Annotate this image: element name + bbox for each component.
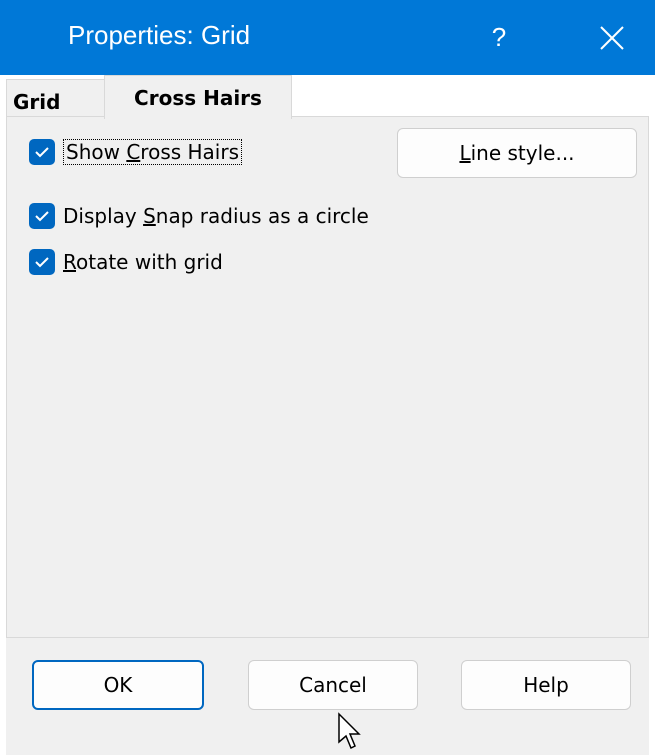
checkmark-icon bbox=[35, 257, 49, 268]
tab-strip: Grid Cross Hairs bbox=[0, 75, 655, 119]
ok-button[interactable]: OK bbox=[32, 660, 204, 710]
checkmark-icon bbox=[35, 211, 49, 222]
checkmark-icon bbox=[35, 147, 49, 158]
title-bar: Properties: Grid ? bbox=[0, 0, 655, 75]
cancel-button[interactable]: Cancel bbox=[248, 660, 418, 710]
close-button[interactable] bbox=[572, 0, 652, 75]
close-icon bbox=[600, 25, 624, 50]
rotate-with-grid-checkbox-row[interactable]: Rotate with grid bbox=[29, 249, 223, 275]
rotate-with-grid-checkbox[interactable] bbox=[29, 249, 55, 275]
context-help-button[interactable]: ? bbox=[474, 0, 524, 75]
show-cross-hairs-label: Show Cross Hairs bbox=[63, 139, 243, 165]
line-style-button[interactable]: Line style... bbox=[397, 128, 637, 178]
cross-hairs-panel: Show Cross Hairs Line style... Display S… bbox=[6, 116, 649, 638]
display-snap-checkbox-row[interactable]: Display Snap radius as a circle bbox=[29, 203, 369, 229]
show-cross-hairs-checkbox-row[interactable]: Show Cross Hairs bbox=[29, 139, 243, 165]
display-snap-checkbox[interactable] bbox=[29, 203, 55, 229]
mouse-cursor-icon bbox=[338, 712, 361, 750]
tab-cross-hairs[interactable]: Cross Hairs bbox=[104, 75, 292, 119]
display-snap-label: Display Snap radius as a circle bbox=[63, 204, 369, 228]
rotate-with-grid-label: Rotate with grid bbox=[63, 250, 223, 274]
show-cross-hairs-checkbox[interactable] bbox=[29, 139, 55, 165]
tab-grid[interactable]: Grid bbox=[6, 79, 106, 117]
window-title: Properties: Grid bbox=[68, 20, 251, 50]
help-button[interactable]: Help bbox=[461, 660, 631, 710]
